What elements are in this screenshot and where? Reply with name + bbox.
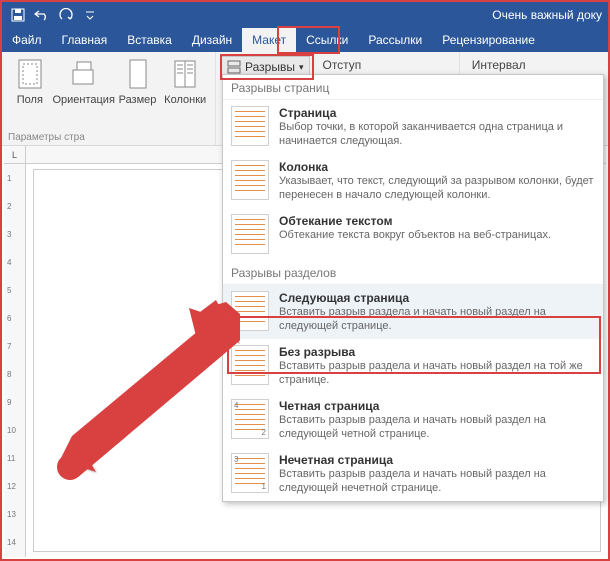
- tab-references[interactable]: Ссылки: [296, 28, 358, 52]
- breaks-icon: [227, 60, 241, 74]
- margins-button[interactable]: Поля: [8, 56, 52, 130]
- dropdown-section-section-breaks: Разрывы разделов: [223, 260, 603, 285]
- margins-label: Поля: [17, 94, 43, 106]
- orientation-label: Ориентация: [52, 94, 114, 106]
- ruler-vertical[interactable]: 1 2 3 4 5 6 7 8 9 10 11 12 13 14: [4, 164, 26, 557]
- chevron-down-icon: [85, 8, 95, 22]
- tab-insert[interactable]: Вставка: [117, 28, 182, 52]
- even-page-break-icon: 24: [231, 399, 269, 439]
- break-column-desc: Указывает, что текст, следующий за разры…: [279, 174, 595, 202]
- document-title: Очень важный доку: [492, 8, 608, 22]
- redo-button[interactable]: [54, 3, 78, 27]
- tab-layout[interactable]: Макет: [242, 28, 296, 52]
- ruler-corner: L: [4, 146, 26, 164]
- size-label: Размер: [119, 94, 157, 106]
- break-continuous-desc: Вставить разрыв раздела и начать новый р…: [279, 359, 595, 387]
- breaks-dropdown: Разрывы страниц Страница Выбор точки, в …: [222, 74, 604, 502]
- margins-icon: [15, 58, 45, 92]
- tab-design[interactable]: Дизайн: [182, 28, 242, 52]
- columns-icon: [170, 58, 200, 92]
- next-page-break-icon: [231, 291, 269, 331]
- odd-page-break-icon: 13: [231, 453, 269, 493]
- chevron-down-icon: ▾: [299, 62, 304, 73]
- break-continuous-title: Без разрыва: [279, 345, 595, 359]
- page-break-icon: [231, 106, 269, 146]
- orientation-button[interactable]: Ориентация: [54, 56, 114, 130]
- break-page-title: Страница: [279, 106, 595, 120]
- tab-file[interactable]: Файл: [2, 28, 52, 52]
- title-bar: Очень важный доку: [2, 2, 608, 28]
- save-button[interactable]: [6, 3, 30, 27]
- indent-label: Отступ: [322, 58, 446, 72]
- break-odd-page-item[interactable]: 13 Нечетная страница Вставить разрыв раз…: [223, 447, 603, 501]
- qat-customize[interactable]: [78, 3, 102, 27]
- column-break-icon: [231, 160, 269, 200]
- size-icon: [123, 58, 153, 92]
- textwrap-break-icon: [231, 214, 269, 254]
- columns-button[interactable]: Колонки: [161, 56, 209, 130]
- save-icon: [11, 8, 25, 22]
- spacing-label: Интервал: [472, 58, 596, 72]
- break-next-page-desc: Вставить разрыв раздела и начать новый р…: [279, 305, 595, 333]
- break-even-page-item[interactable]: 24 Четная страница Вставить разрыв разде…: [223, 393, 603, 447]
- break-page-desc: Выбор точки, в которой заканчивается одн…: [279, 120, 595, 148]
- page-setup-group-label: Параметры стра: [8, 130, 209, 143]
- break-odd-page-title: Нечетная страница: [279, 453, 595, 467]
- continuous-break-icon: [231, 345, 269, 385]
- quick-access-toolbar: [2, 3, 102, 27]
- break-next-page-item[interactable]: Следующая страница Вставить разрыв разде…: [223, 285, 603, 339]
- break-textwrap-item[interactable]: Обтекание текстом Обтекание текста вокру…: [223, 208, 603, 260]
- break-textwrap-desc: Обтекание текста вокруг объектов на веб-…: [279, 228, 595, 242]
- break-even-page-title: Четная страница: [279, 399, 595, 413]
- ribbon-group-page-setup: Поля Ориентация Размер Колонки Параметры…: [2, 52, 216, 145]
- undo-button[interactable]: [30, 3, 54, 27]
- tab-home[interactable]: Главная: [52, 28, 118, 52]
- break-even-page-desc: Вставить разрыв раздела и начать новый р…: [279, 413, 595, 441]
- ribbon-tabs: Файл Главная Вставка Дизайн Макет Ссылки…: [2, 28, 608, 52]
- break-next-page-title: Следующая страница: [279, 291, 595, 305]
- breaks-label: Разрывы: [245, 60, 295, 74]
- break-odd-page-desc: Вставить разрыв раздела и начать новый р…: [279, 467, 595, 495]
- redo-icon: [59, 8, 73, 22]
- break-textwrap-title: Обтекание текстом: [279, 214, 595, 228]
- break-column-title: Колонка: [279, 160, 595, 174]
- undo-icon: [34, 8, 50, 22]
- break-column-item[interactable]: Колонка Указывает, что текст, следующий …: [223, 154, 603, 208]
- tab-mailings[interactable]: Рассылки: [358, 28, 432, 52]
- break-page-item[interactable]: Страница Выбор точки, в которой заканчив…: [223, 100, 603, 154]
- size-button[interactable]: Размер: [116, 56, 160, 130]
- orientation-icon: [69, 58, 99, 92]
- tab-review[interactable]: Рецензирование: [432, 28, 545, 52]
- columns-label: Колонки: [164, 94, 206, 106]
- break-continuous-item[interactable]: Без разрыва Вставить разрыв раздела и на…: [223, 339, 603, 393]
- dropdown-section-page-breaks: Разрывы страниц: [223, 75, 603, 100]
